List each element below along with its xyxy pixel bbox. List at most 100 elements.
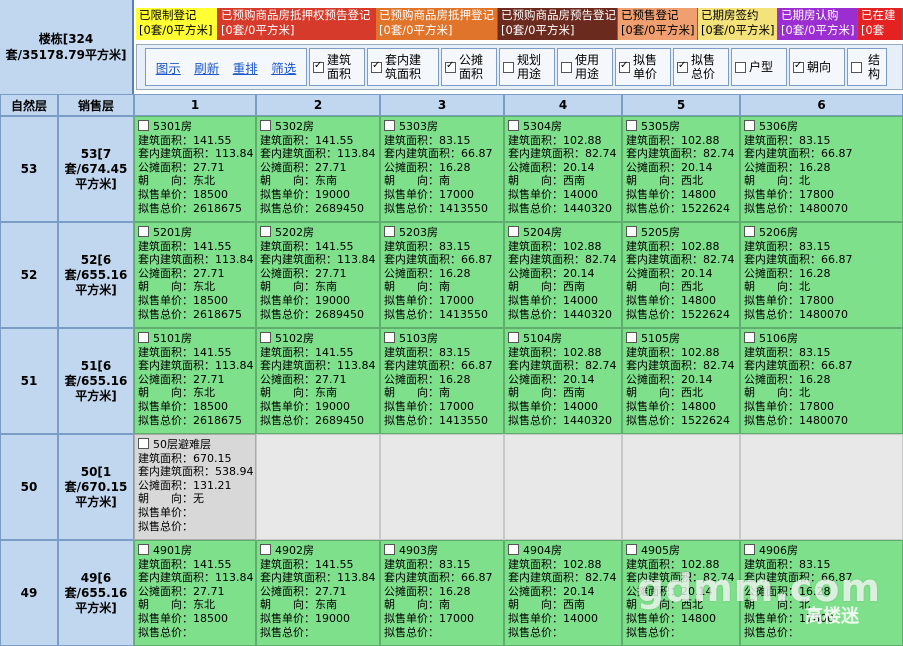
unit-checkbox[interactable] (384, 544, 395, 555)
unit-checkbox[interactable] (260, 226, 271, 237)
checkbox-icon[interactable] (503, 61, 514, 73)
unit-area: 建筑面积：141.55 (260, 239, 354, 253)
unit-checkbox[interactable] (744, 226, 755, 237)
unit-cell[interactable]: 4903房 建筑面积：83.15 套内建筑面积：66.87 公摊面积：16.28 朝 向… (380, 540, 504, 646)
toolbar-checkbox[interactable]: 建筑面积 (309, 48, 365, 86)
unit-checkbox[interactable] (744, 544, 755, 555)
legend-item[interactable]: 已预售登记 [0套/0平方米] (618, 8, 698, 40)
unit-orient: 朝 向：南 (384, 386, 450, 400)
unit-checkbox[interactable] (260, 544, 271, 555)
unit-cell[interactable]: 5101房 建筑面积：141.55 套内建筑面积：113.84 公摊面积：27.71 朝… (134, 328, 256, 434)
unit-cell[interactable]: 5103房 建筑面积：83.15 套内建筑面积：66.87 公摊面积：16.28 朝 向… (380, 328, 504, 434)
unit-checkbox[interactable] (508, 226, 519, 237)
unit-checkbox[interactable] (138, 438, 149, 449)
checkbox-icon[interactable] (313, 60, 324, 73)
legend-item[interactable]: 已限制登记 [0套/0平方米] (136, 8, 218, 40)
unit-cell[interactable]: 5205房 建筑面积：102.88 套内建筑面积：82.74 公摊面积：20.14 朝 … (622, 222, 740, 328)
checkbox-icon[interactable] (677, 60, 688, 73)
unit-checkbox[interactable] (384, 226, 395, 237)
unit-cell[interactable]: 5305房 建筑面积：102.88 套内建筑面积：82.74 公摊面积：20.14 朝 … (622, 116, 740, 222)
unit-checkbox[interactable] (626, 332, 637, 343)
unit-area: 建筑面积：83.15 (744, 239, 831, 253)
unit-checkbox[interactable] (744, 332, 755, 343)
toolbar-checkbox[interactable]: 规划 用途 (499, 48, 555, 86)
unit-cell[interactable]: 5105房 建筑面积：102.88 套内建筑面积：82.74 公摊面积：20.14 朝 … (622, 328, 740, 434)
legend-item[interactable]: 已期房签约 [0套/0平方米] (698, 8, 778, 40)
checkbox-icon[interactable] (619, 60, 630, 73)
unit-cell[interactable]: 4902房 建筑面积：141.55 套内建筑面积：113.84 公摊面积：27.71 朝… (256, 540, 380, 646)
unit-cell[interactable]: 4904房 建筑面积：102.88 套内建筑面积：82.74 公摊面积：20.14 朝 … (504, 540, 622, 646)
unit-checkbox[interactable] (508, 120, 519, 131)
unit-cell[interactable]: 50层避难层 建筑面积：670.15 套内建筑面积：538.94 公摊面积：131.2… (134, 434, 256, 540)
unit-cell[interactable]: 4901房 建筑面积：141.55 套内建筑面积：113.84 公摊面积：27.71 朝… (134, 540, 256, 646)
unit-cell[interactable]: 5303房 建筑面积：83.15 套内建筑面积：66.87 公摊面积：16.28 朝 向… (380, 116, 504, 222)
unit-cell[interactable]: 5202房 建筑面积：141.55 套内建筑面积：113.84 公摊面积：27.71 朝… (256, 222, 380, 328)
unit-checkbox[interactable] (138, 226, 149, 237)
unit-checkbox[interactable] (138, 544, 149, 555)
unit-checkbox[interactable] (744, 120, 755, 131)
unit-cell[interactable]: 5206房 建筑面积：83.15 套内建筑面积：66.87 公摊面积：16.28 朝 向… (740, 222, 903, 328)
unit-cell[interactable]: 5301房 建筑面积：141.55 套内建筑面积：113.84 公摊面积：27.71 朝… (134, 116, 256, 222)
unit-checkbox[interactable] (384, 120, 395, 131)
toolbar-link[interactable]: 筛选 (267, 58, 301, 77)
unit-checkbox[interactable] (508, 544, 519, 555)
unit-inner: 套内建筑面积：113.84 (260, 571, 376, 585)
legend-item[interactable]: 已预购商品房抵押权预告登记 [0套/0平方米] (218, 8, 376, 40)
unit-cell[interactable]: 5104房 建筑面积：102.88 套内建筑面积：82.74 公摊面积：20.14 朝 … (504, 328, 622, 434)
unit-checkbox[interactable] (260, 332, 271, 343)
unit-name: 4906房 (744, 544, 902, 558)
toolbar-checkbox[interactable]: 户型 (731, 48, 787, 86)
toolbar-link[interactable]: 刷新 (190, 58, 224, 77)
unit-orient: 朝 向：北 (744, 386, 810, 400)
legend-item[interactable]: 已预购商品房抵押登记 [0套/0平方米] (376, 8, 498, 40)
legend-count: [0套/0平方米] (221, 23, 295, 37)
unit-inner: 套内建筑面积：82.74 (626, 253, 735, 267)
unit-checkbox[interactable] (384, 332, 395, 343)
unit-total: 拟售总价：2689450 (260, 201, 364, 215)
unit-checkbox[interactable] (138, 120, 149, 131)
unit-inner: 套内建筑面积：538.94 (138, 465, 254, 479)
unit-orient: 朝 向：西南 (508, 174, 585, 188)
toolbar-link[interactable]: 图示 (151, 58, 185, 77)
legend-count: [0套/0平方米] (139, 23, 213, 37)
unit-inner: 套内建筑面积：113.84 (260, 253, 376, 267)
legend-item[interactable]: 已期房认购 [0套/0平方米] (778, 8, 858, 40)
unit-checkbox[interactable] (626, 120, 637, 131)
legend-bar: 已限制登记 [0套/0平方米] 已预购商品房抵押权预告登记 [0套/0平方米] 已预购商… (136, 8, 903, 40)
toolbar-checkbox-label: 建筑 面积 (327, 53, 352, 81)
toolbar-checkbox[interactable]: 朝向 (789, 48, 845, 86)
unit-cell[interactable]: 5201房 建筑面积：141.55 套内建筑面积：113.84 公摊面积：27.71 朝… (134, 222, 256, 328)
unit-cell[interactable]: 5203房 建筑面积：83.15 套内建筑面积：66.87 公摊面积：16.28 朝 向… (380, 222, 504, 328)
unit-cell[interactable]: 5304房 建筑面积：102.88 套内建筑面积：82.74 公摊面积：20.14 朝 … (504, 116, 622, 222)
legend-item[interactable]: 已预购商品房预告登记 [0套/0平方米] (498, 8, 618, 40)
toolbar-checkbox[interactable]: 使用 用途 (557, 48, 613, 86)
legend-item[interactable]: 已在建 [0套 (858, 8, 903, 40)
toolbar-checkbox[interactable]: 拟售总价 (673, 48, 729, 86)
unit-checkbox[interactable] (138, 332, 149, 343)
unit-checkbox[interactable] (260, 120, 271, 131)
unit-checkbox[interactable] (508, 332, 519, 343)
unit-cell[interactable]: 5102房 建筑面积：141.55 套内建筑面积：113.84 公摊面积：27.71 朝… (256, 328, 380, 434)
unit-checkbox[interactable] (626, 544, 637, 555)
header-column: 3 (380, 94, 504, 116)
checkbox-icon[interactable] (371, 60, 382, 73)
toolbar-checkbox[interactable]: 拟售单价 (615, 48, 671, 86)
checkbox-icon[interactable] (851, 61, 862, 73)
unit-cell[interactable]: 5106房 建筑面积：83.15 套内建筑面积：66.87 公摊面积：16.28 朝 向… (740, 328, 903, 434)
checkbox-icon[interactable] (793, 60, 804, 73)
unit-inner: 套内建筑面积：66.87 (744, 359, 853, 373)
toolbar-checkbox[interactable]: 结构 (847, 48, 887, 86)
unit-cell[interactable]: 5302房 建筑面积：141.55 套内建筑面积：113.84 公摊面积：27.71 朝… (256, 116, 380, 222)
toolbar-link[interactable]: 重排 (228, 58, 262, 77)
unit-checkbox[interactable] (626, 226, 637, 237)
checkbox-icon[interactable] (561, 61, 572, 73)
unit-cell[interactable]: 5306房 建筑面积：83.15 套内建筑面积：66.87 公摊面积：16.28 朝 向… (740, 116, 903, 222)
toolbar-checkbox-label: 规划 用途 (517, 53, 542, 81)
unit-cell[interactable]: 5204房 建筑面积：102.88 套内建筑面积：82.74 公摊面积：20.14 朝 … (504, 222, 622, 328)
checkbox-icon[interactable] (445, 60, 456, 73)
toolbar-checkbox[interactable]: 公摊面积 (441, 48, 497, 86)
unit-inner: 套内建筑面积：82.74 (508, 147, 617, 161)
unit-shared: 公摊面积：16.28 (384, 266, 471, 280)
toolbar-checkbox[interactable]: 套内建筑面积 (367, 48, 439, 86)
checkbox-icon[interactable] (735, 61, 746, 73)
